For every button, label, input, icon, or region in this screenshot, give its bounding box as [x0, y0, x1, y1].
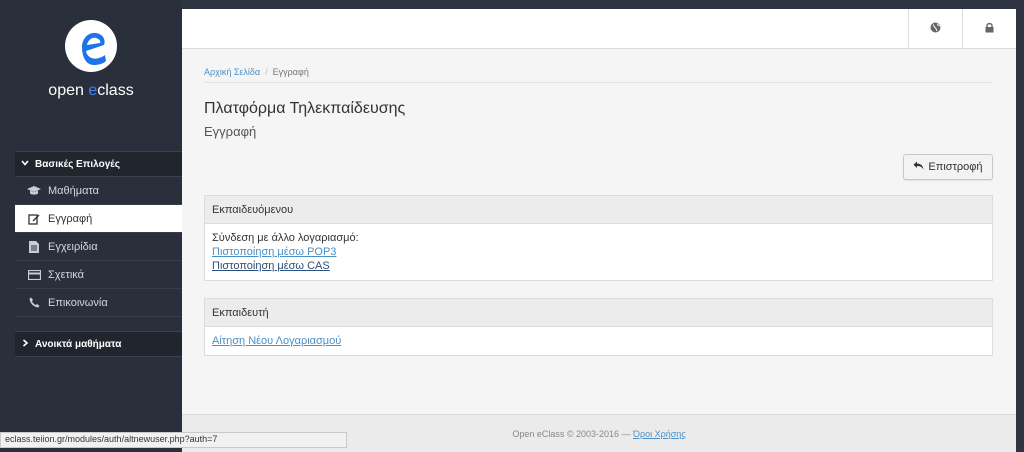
sidebar-item-label: Επικοινωνία [48, 296, 108, 309]
divider [204, 82, 993, 83]
teacher-panel-heading: Εκπαιδευτή [205, 299, 992, 327]
page-subtitle: Εγγραφή [204, 124, 257, 139]
menu-section-label: Βασικές Επιλογές [35, 158, 120, 170]
top-bar [182, 9, 1016, 49]
terms-link[interactable]: Όροι Χρήσης [633, 429, 686, 439]
cas-auth-link[interactable]: Πιστοποίηση μέσω CAS [212, 259, 985, 273]
pop3-auth-link[interactable]: Πιστοποίηση μέσω POP3 [212, 245, 985, 259]
sidebar-item-label: Μαθήματα [48, 184, 100, 197]
breadcrumb: Αρχική Σελίδα / Εγγραφή [204, 67, 309, 77]
footer-copyright: Open eClass © 2003-2016 — [512, 429, 634, 439]
chevron-right-icon [21, 339, 29, 349]
alt-login-intro: Σύνδεση με άλλο λογαριασμό: [212, 232, 359, 244]
sidebar: open eclass Βασικές Επιλογές Μαθήματα Εγ… [0, 0, 182, 452]
sidebar-item-courses[interactable]: Μαθήματα [15, 177, 182, 205]
breadcrumb-current: Εγγραφή [272, 67, 309, 77]
student-panel: Εκπαιδευόμενου Σύνδεση με άλλο λογαριασμ… [204, 195, 993, 281]
menu-section-open-courses[interactable]: Ανοικτά μαθήματα [15, 331, 182, 357]
back-button-label: Επιστροφή [928, 161, 983, 173]
back-button[interactable]: Επιστροφή [903, 154, 993, 180]
reply-arrow-icon [913, 161, 924, 173]
language-button[interactable] [908, 9, 962, 49]
login-button[interactable] [962, 9, 1016, 49]
menu-section-basic[interactable]: Βασικές Επιλογές [15, 151, 182, 177]
graduation-cap-icon [25, 185, 43, 196]
teacher-panel-body: Αίτηση Νέου Λογαριασμού [205, 327, 992, 355]
brand-suffix: class [97, 82, 134, 99]
sidebar-item-about[interactable]: Σχετικά [15, 261, 182, 289]
credit-card-icon [25, 269, 43, 280]
student-panel-body: Σύνδεση με άλλο λογαριασμό: Πιστοποίηση … [205, 224, 992, 280]
edit-icon [25, 213, 43, 225]
teacher-panel: Εκπαιδευτή Αίτηση Νέου Λογαριασμού [204, 298, 993, 356]
document-icon [25, 240, 43, 253]
sidebar-item-manuals[interactable]: Εγχειρίδια [15, 233, 182, 261]
sidebar-item-label: Εγχειρίδια [48, 240, 98, 253]
new-account-request-link[interactable]: Αίτηση Νέου Λογαριασμού [212, 334, 985, 348]
breadcrumb-home-link[interactable]: Αρχική Σελίδα [204, 67, 260, 77]
sidebar-item-label: Σχετικά [48, 268, 84, 281]
main-content: Αρχική Σελίδα / Εγγραφή Πλατφόρμα Τηλεκπαί… [182, 9, 1016, 452]
brand-name: open eclass [0, 82, 182, 100]
breadcrumb-separator: / [265, 67, 268, 77]
sidebar-item-label: Εγγραφή [48, 212, 93, 225]
lock-icon [985, 20, 994, 38]
student-panel-heading: Εκπαιδευόμενου [205, 196, 992, 224]
eclass-logo[interactable] [56, 16, 126, 86]
page-title: Πλατφόρμα Τηλεκπαίδευσης [204, 100, 406, 117]
brand-prefix: open [48, 82, 89, 99]
phone-icon [25, 297, 43, 308]
sidebar-item-registration[interactable]: Εγγραφή [15, 205, 182, 233]
brand-accent: e [88, 82, 98, 99]
status-bar-url: eclass.teiion.gr/modules/auth/altnewuser… [0, 432, 347, 448]
globe-icon [930, 20, 941, 38]
sidebar-item-contact[interactable]: Επικοινωνία [15, 289, 182, 317]
menu-section-label: Ανοικτά μαθήματα [35, 338, 122, 350]
chevron-down-icon [21, 159, 29, 169]
